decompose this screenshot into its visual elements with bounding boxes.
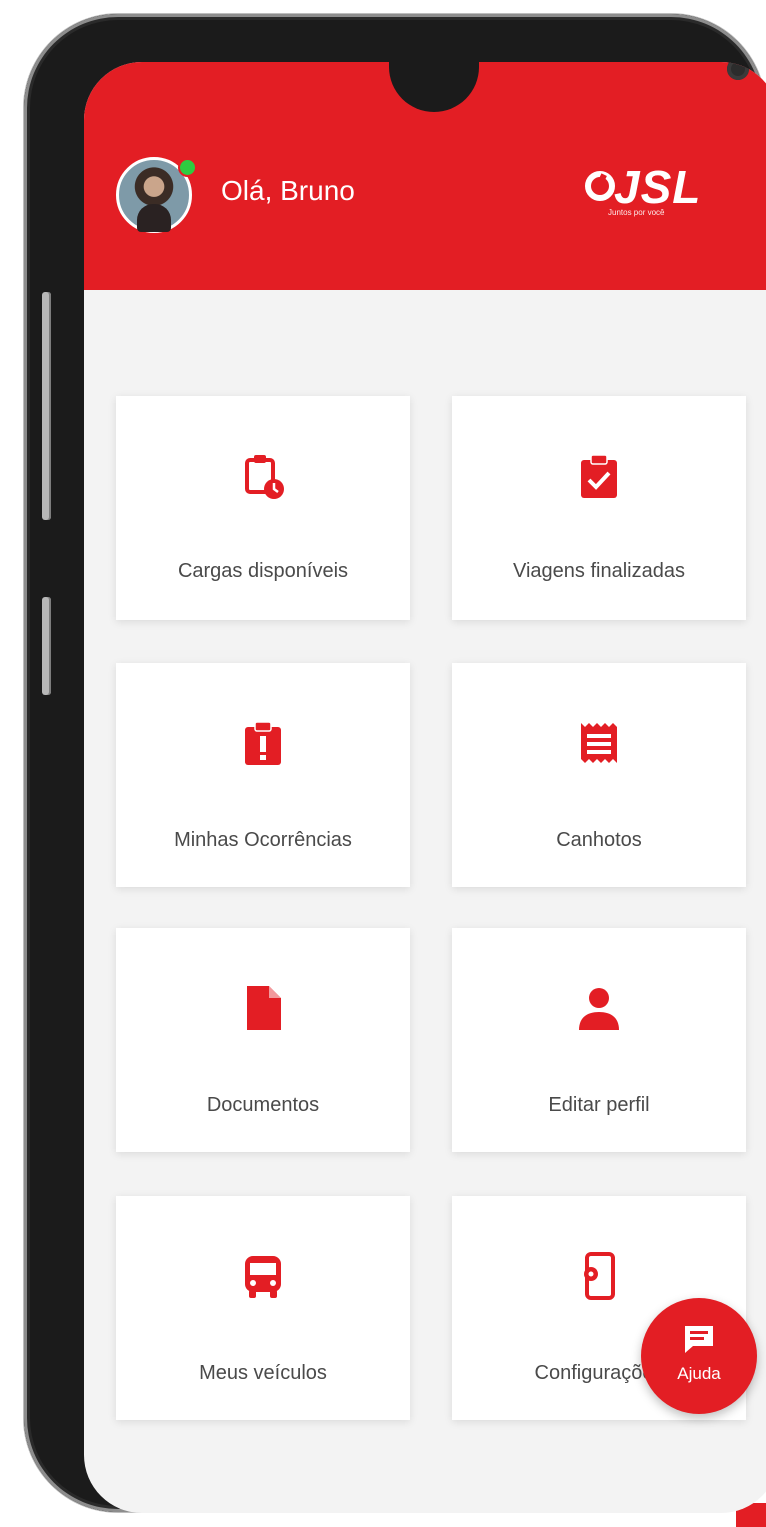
volume-button	[42, 292, 51, 520]
tile-meus-veiculos[interactable]: Meus veículos	[116, 1196, 410, 1420]
clipboard-clock-icon	[245, 455, 284, 499]
person-icon	[579, 988, 619, 1030]
phone-settings-icon	[584, 1252, 615, 1300]
jsl-logo: JSL Juntos por você	[584, 164, 744, 232]
app-screen: Olá, Bruno JSL Juntos por você Cargas di…	[84, 62, 766, 1513]
logo-mark-icon	[585, 171, 615, 201]
chat-icon	[685, 1326, 713, 1353]
online-status-indicator	[178, 158, 197, 177]
clipboard-alert-icon	[245, 721, 281, 765]
receipt-icon	[581, 723, 617, 763]
bus-icon	[245, 1256, 281, 1298]
tile-viagens-finalizadas[interactable]: Viagens finalizadas	[452, 396, 746, 620]
tile-label: Viagens finalizadas	[513, 560, 685, 582]
avatar-figure	[137, 204, 171, 232]
logo-tagline: Juntos por você	[608, 208, 665, 217]
clipboard-check-icon	[581, 454, 617, 498]
help-fab-button[interactable]: Ajuda	[641, 1298, 757, 1414]
tile-canhotos[interactable]: Canhotos	[452, 663, 746, 887]
tile-label: Meus veículos	[199, 1362, 327, 1384]
tile-minhas-ocorrencias[interactable]: Minhas Ocorrências	[116, 663, 410, 887]
tile-label: Minhas Ocorrências	[174, 829, 352, 851]
phone-frame: Olá, Bruno JSL Juntos por você Cargas di…	[24, 14, 766, 1513]
tile-cargas-disponiveis[interactable]: Cargas disponíveis	[116, 396, 410, 620]
logo-text: JSL	[614, 161, 702, 213]
help-label: Ajuda	[677, 1364, 721, 1383]
tile-label: Documentos	[206, 1094, 320, 1116]
tile-editar-perfil[interactable]: Editar perfil	[452, 928, 746, 1152]
tile-label: Canhotos	[556, 829, 642, 851]
tile-label: Editar perfil	[548, 1094, 650, 1116]
tile-label: Cargas disponíveis	[177, 560, 349, 582]
document-icon	[247, 986, 281, 1030]
tile-documentos[interactable]: Documentos	[116, 928, 410, 1152]
power-button	[42, 597, 51, 695]
greeting-text: Olá, Bruno	[221, 175, 355, 206]
